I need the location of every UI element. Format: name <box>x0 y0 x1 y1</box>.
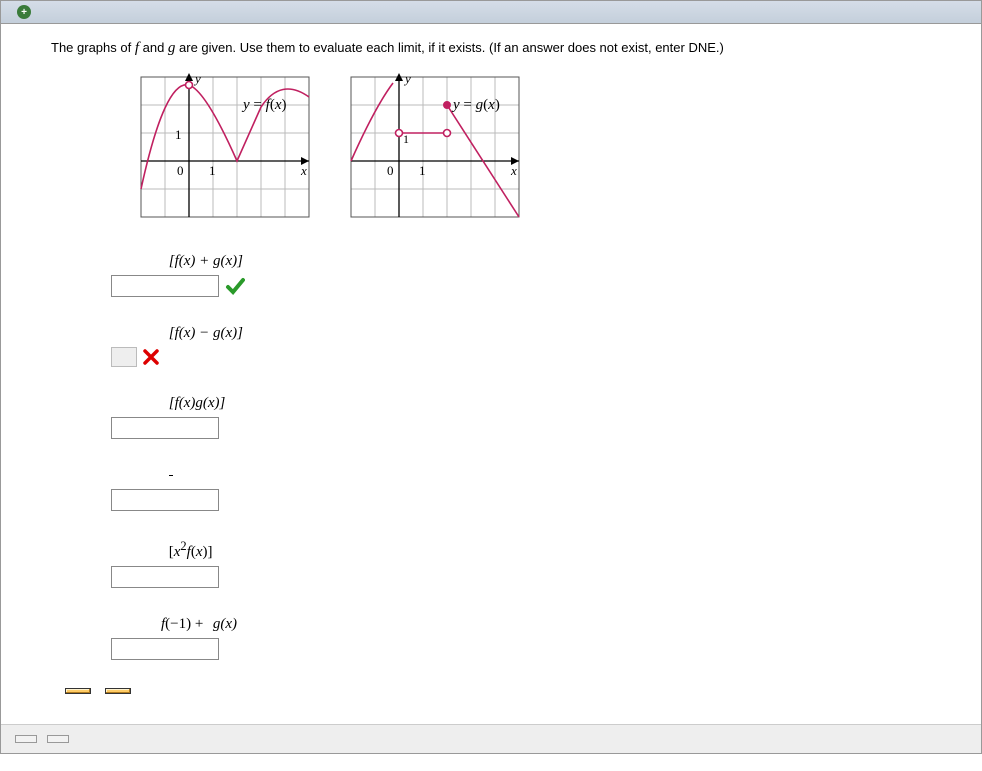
graph-f-label: y = f(x) <box>243 97 286 114</box>
parts-list: [f(x) + g(x)] [f(x) − g(x)] <box>111 253 951 660</box>
svg-text:1: 1 <box>175 127 182 142</box>
part-b-locked-answer <box>111 347 137 367</box>
part-a-expression: [f(x) + g(x)] <box>161 253 243 271</box>
talk-to-tutor-button[interactable] <box>105 688 131 694</box>
part-a-input[interactable] <box>111 275 219 297</box>
graph-g-label: y = g(x) <box>453 97 500 114</box>
read-it-button[interactable] <box>65 688 91 694</box>
part-f: f(−1) + g(x) <box>111 616 951 660</box>
footer-bar <box>1 724 981 753</box>
part-b: [f(x) − g(x)] <box>111 325 951 367</box>
svg-text:1: 1 <box>209 163 216 178</box>
part-d <box>111 467 951 511</box>
graph-g: y x 1 0 1 y = g(x) <box>341 67 521 227</box>
question-content: The graphs of f and g are given. Use the… <box>1 24 981 724</box>
part-e: [x2f(x)] <box>111 539 951 588</box>
part-c-input[interactable] <box>111 417 219 439</box>
part-f-input[interactable] <box>111 638 219 660</box>
part-f-expression: f(−1) + g(x) <box>161 616 237 634</box>
expand-icon[interactable]: + <box>17 5 31 19</box>
submit-answer-button[interactable] <box>15 735 37 743</box>
question-wrapper: + The graphs of f and g are given. Use t… <box>0 0 982 754</box>
svg-text:y: y <box>403 71 411 86</box>
need-help-row <box>51 688 951 694</box>
x-icon <box>143 349 159 365</box>
graph-f: y x 1 0 1 y = f(x) <box>131 67 311 227</box>
svg-text:x: x <box>300 163 307 178</box>
save-progress-button[interactable] <box>47 735 69 743</box>
check-icon <box>225 276 245 296</box>
part-d-expression <box>161 467 175 485</box>
part-a: [f(x) + g(x)] <box>111 253 951 297</box>
part-d-input[interactable] <box>111 489 219 511</box>
graphs-row: y x 1 0 1 y = f(x) <box>131 67 951 227</box>
svg-text:0: 0 <box>177 163 184 178</box>
part-e-input[interactable] <box>111 566 219 588</box>
part-b-expression: [f(x) − g(x)] <box>161 325 243 343</box>
question-header: + <box>1 1 981 24</box>
svg-text:1: 1 <box>403 132 409 146</box>
part-e-expression: [x2f(x)] <box>161 539 213 562</box>
svg-text:x: x <box>510 163 517 178</box>
svg-text:0: 0 <box>387 163 394 178</box>
svg-text:1: 1 <box>419 163 426 178</box>
part-c: [f(x)g(x)] <box>111 395 951 439</box>
question-prompt: The graphs of f and g are given. Use the… <box>51 40 951 57</box>
svg-text:y: y <box>193 71 201 86</box>
part-c-expression: [f(x)g(x)] <box>161 395 225 413</box>
